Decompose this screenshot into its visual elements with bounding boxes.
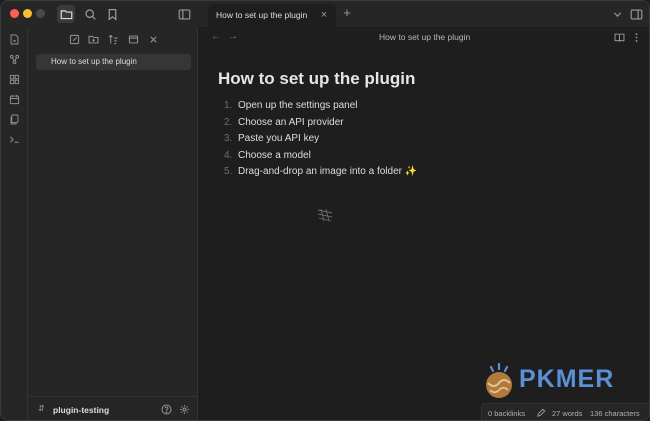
list-number: 3. bbox=[224, 133, 233, 144]
close-icon[interactable] bbox=[146, 32, 160, 46]
new-tab-icon[interactable]: + bbox=[340, 6, 354, 20]
minimize-window-button[interactable] bbox=[23, 9, 32, 18]
right-sidebar-toggle-icon[interactable] bbox=[627, 5, 645, 23]
list-number: 5. bbox=[224, 166, 233, 177]
back-arrow-icon[interactable]: ← bbox=[211, 31, 221, 42]
tab-title: How to set up the plugin bbox=[216, 10, 308, 20]
file-item-label: How to set up the plugin bbox=[51, 57, 137, 66]
templates-icon[interactable] bbox=[7, 112, 22, 127]
help-icon[interactable] bbox=[160, 403, 173, 416]
sort-icon[interactable] bbox=[106, 32, 120, 46]
canvas-icon[interactable] bbox=[7, 72, 22, 87]
search-icon[interactable] bbox=[81, 5, 99, 23]
new-note-icon[interactable] bbox=[67, 32, 81, 46]
steps-list: 1. Open up the settings panel 2. Choose an… bbox=[224, 100, 417, 183]
drag-cursor-icon bbox=[317, 208, 333, 222]
vault-name[interactable]: plugin-testing bbox=[53, 405, 109, 415]
zoom-window-button[interactable] bbox=[36, 9, 45, 18]
tab-close-icon[interactable]: × bbox=[318, 9, 330, 21]
left-ribbon bbox=[1, 27, 28, 420]
word-count: 27 words bbox=[552, 409, 583, 418]
list-item-text: Choose a model bbox=[238, 149, 311, 161]
sidebar-toggle-icon[interactable] bbox=[175, 5, 193, 23]
list-item[interactable]: 2. Choose an API provider bbox=[224, 117, 417, 134]
settings-gear-icon[interactable] bbox=[178, 403, 191, 416]
tab-active-note[interactable]: How to set up the plugin × bbox=[208, 4, 336, 27]
list-number: 2. bbox=[224, 116, 233, 128]
list-item-text: Paste you API key bbox=[238, 133, 320, 144]
backlinks-count[interactable]: 0 backlinks bbox=[488, 409, 525, 418]
graph-view-icon[interactable] bbox=[7, 52, 22, 67]
bookmark-icon[interactable] bbox=[103, 5, 121, 23]
pkmer-watermark: PKMER bbox=[479, 359, 639, 401]
close-window-button[interactable] bbox=[10, 9, 19, 18]
new-folder-icon[interactable] bbox=[86, 32, 100, 46]
file-explorer-sidebar: How to set up the plugin ⇵ plugin-testin… bbox=[28, 27, 198, 420]
title-bar: How to set up the plugin × + bbox=[1, 1, 649, 27]
collapse-icon[interactable] bbox=[126, 32, 140, 46]
note-title[interactable]: How to set up the plugin bbox=[218, 69, 415, 89]
chevron-down-icon[interactable] bbox=[608, 5, 626, 23]
file-item[interactable]: How to set up the plugin bbox=[36, 54, 191, 70]
list-item-text: Choose an API provider bbox=[238, 116, 344, 128]
daily-note-icon[interactable] bbox=[7, 92, 22, 107]
app-window: How to set up the plugin × + How to set … bbox=[0, 0, 650, 421]
list-item[interactable]: 4. Choose a model bbox=[224, 150, 417, 167]
reading-view-icon[interactable] bbox=[613, 31, 625, 43]
edit-pencil-icon[interactable] bbox=[536, 408, 546, 418]
vault-switcher[interactable]: ⇵ plugin-testing bbox=[28, 396, 198, 420]
pkmer-logo-icon bbox=[486, 362, 512, 398]
list-item[interactable]: 1. Open up the settings panel bbox=[224, 100, 417, 117]
list-item-text: Drag-and-drop an image into a folder ✨ bbox=[238, 166, 418, 177]
forward-arrow-icon[interactable]: → bbox=[228, 31, 238, 42]
pkmer-watermark-text: PKMER bbox=[519, 365, 615, 393]
view-header-title[interactable]: How to set up the plugin bbox=[379, 32, 470, 42]
chevron-up-down-icon[interactable]: ⇵ bbox=[38, 404, 45, 413]
list-item[interactable]: 3. Paste you API key bbox=[224, 133, 417, 150]
list-number: 1. bbox=[224, 100, 233, 111]
more-options-icon[interactable] bbox=[630, 31, 642, 43]
open-quick-switcher-icon[interactable] bbox=[7, 32, 22, 47]
folder-icon[interactable] bbox=[57, 5, 75, 23]
list-item[interactable]: 5. Drag-and-drop an image into a folder ✨ bbox=[224, 166, 417, 183]
status-bar: 0 backlinks 27 words 136 characters bbox=[481, 403, 649, 420]
command-palette-icon[interactable] bbox=[7, 132, 22, 147]
list-number: 4. bbox=[224, 149, 233, 161]
list-item-text: Open up the settings panel bbox=[238, 100, 358, 111]
character-count: 136 characters bbox=[590, 409, 640, 418]
